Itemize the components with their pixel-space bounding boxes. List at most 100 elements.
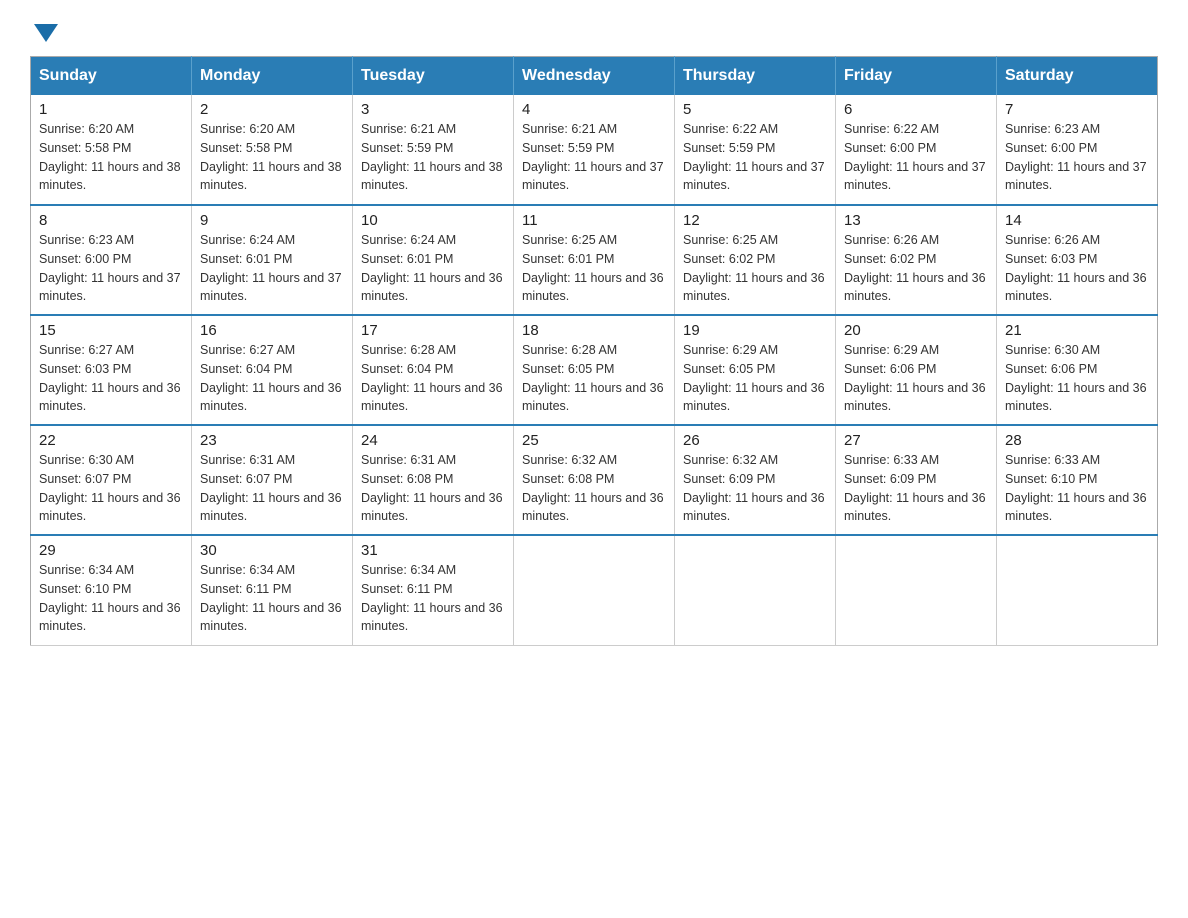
calendar-cell (997, 535, 1158, 645)
day-number: 8 (39, 212, 183, 229)
day-number: 7 (1005, 101, 1149, 118)
calendar-cell (514, 535, 675, 645)
day-number: 22 (39, 432, 183, 449)
day-info: Sunrise: 6:30 AMSunset: 6:06 PMDaylight:… (1005, 341, 1149, 416)
calendar-cell (836, 535, 997, 645)
day-number: 24 (361, 432, 505, 449)
day-number: 4 (522, 101, 666, 118)
day-info: Sunrise: 6:23 AMSunset: 6:00 PMDaylight:… (1005, 120, 1149, 195)
day-info: Sunrise: 6:21 AMSunset: 5:59 PMDaylight:… (361, 120, 505, 195)
day-info: Sunrise: 6:24 AMSunset: 6:01 PMDaylight:… (361, 231, 505, 306)
day-info: Sunrise: 6:26 AMSunset: 6:02 PMDaylight:… (844, 231, 988, 306)
weekday-header-friday: Friday (836, 57, 997, 96)
day-info: Sunrise: 6:29 AMSunset: 6:05 PMDaylight:… (683, 341, 827, 416)
day-info: Sunrise: 6:22 AMSunset: 6:00 PMDaylight:… (844, 120, 988, 195)
day-info: Sunrise: 6:34 AMSunset: 6:10 PMDaylight:… (39, 561, 183, 636)
day-info: Sunrise: 6:22 AMSunset: 5:59 PMDaylight:… (683, 120, 827, 195)
day-number: 27 (844, 432, 988, 449)
day-number: 2 (200, 101, 344, 118)
day-info: Sunrise: 6:23 AMSunset: 6:00 PMDaylight:… (39, 231, 183, 306)
day-number: 6 (844, 101, 988, 118)
day-info: Sunrise: 6:29 AMSunset: 6:06 PMDaylight:… (844, 341, 988, 416)
weekday-header-saturday: Saturday (997, 57, 1158, 96)
day-number: 14 (1005, 212, 1149, 229)
day-number: 23 (200, 432, 344, 449)
calendar-cell: 25Sunrise: 6:32 AMSunset: 6:08 PMDayligh… (514, 425, 675, 535)
calendar-cell: 5 Sunrise: 6:22 AMSunset: 5:59 PMDaylight… (675, 95, 836, 205)
calendar-cell: 3 Sunrise: 6:21 AMSunset: 5:59 PMDaylight… (353, 95, 514, 205)
day-info: Sunrise: 6:32 AMSunset: 6:08 PMDaylight:… (522, 451, 666, 526)
calendar-cell: 18Sunrise: 6:28 AMSunset: 6:05 PMDayligh… (514, 315, 675, 425)
calendar-cell: 2 Sunrise: 6:20 AMSunset: 5:58 PMDaylight… (192, 95, 353, 205)
day-info: Sunrise: 6:31 AMSunset: 6:08 PMDaylight:… (361, 451, 505, 526)
day-info: Sunrise: 6:34 AMSunset: 6:11 PMDaylight:… (361, 561, 505, 636)
calendar-cell: 30Sunrise: 6:34 AMSunset: 6:11 PMDayligh… (192, 535, 353, 645)
day-info: Sunrise: 6:30 AMSunset: 6:07 PMDaylight:… (39, 451, 183, 526)
day-number: 9 (200, 212, 344, 229)
day-number: 3 (361, 101, 505, 118)
calendar-cell: 13 Sunrise: 6:26 AMSunset: 6:02 PMDayligh… (836, 205, 997, 315)
day-number: 26 (683, 432, 827, 449)
calendar-cell: 28Sunrise: 6:33 AMSunset: 6:10 PMDayligh… (997, 425, 1158, 535)
calendar-cell: 20 Sunrise: 6:29 AMSunset: 6:06 PMDayligh… (836, 315, 997, 425)
day-number: 29 (39, 542, 183, 559)
calendar-cell: 24 Sunrise: 6:31 AMSunset: 6:08 PMDayligh… (353, 425, 514, 535)
page-header (30, 20, 1158, 36)
weekday-header-monday: Monday (192, 57, 353, 96)
calendar-week-row: 29 Sunrise: 6:34 AMSunset: 6:10 PMDayligh… (31, 535, 1158, 645)
day-info: Sunrise: 6:31 AMSunset: 6:07 PMDaylight:… (200, 451, 344, 526)
calendar-cell: 4 Sunrise: 6:21 AMSunset: 5:59 PMDaylight… (514, 95, 675, 205)
day-number: 17 (361, 322, 505, 339)
calendar-header-row: SundayMondayTuesdayWednesdayThursdayFrid… (31, 57, 1158, 96)
calendar-week-row: 1 Sunrise: 6:20 AMSunset: 5:58 PMDaylight… (31, 95, 1158, 205)
calendar-cell: 15 Sunrise: 6:27 AMSunset: 6:03 PMDayligh… (31, 315, 192, 425)
calendar-cell: 19Sunrise: 6:29 AMSunset: 6:05 PMDayligh… (675, 315, 836, 425)
day-number: 5 (683, 101, 827, 118)
calendar-cell: 23 Sunrise: 6:31 AMSunset: 6:07 PMDayligh… (192, 425, 353, 535)
calendar-cell: 16Sunrise: 6:27 AMSunset: 6:04 PMDayligh… (192, 315, 353, 425)
calendar-cell: 29 Sunrise: 6:34 AMSunset: 6:10 PMDayligh… (31, 535, 192, 645)
day-number: 10 (361, 212, 505, 229)
day-info: Sunrise: 6:24 AMSunset: 6:01 PMDaylight:… (200, 231, 344, 306)
day-info: Sunrise: 6:25 AMSunset: 6:02 PMDaylight:… (683, 231, 827, 306)
calendar-cell (675, 535, 836, 645)
day-number: 15 (39, 322, 183, 339)
day-info: Sunrise: 6:20 AMSunset: 5:58 PMDaylight:… (200, 120, 344, 195)
day-info: Sunrise: 6:32 AMSunset: 6:09 PMDaylight:… (683, 451, 827, 526)
calendar-cell: 1Sunrise: 6:20 AMSunset: 5:58 PMDaylight… (31, 95, 192, 205)
calendar-cell: 10 Sunrise: 6:24 AMSunset: 6:01 PMDayligh… (353, 205, 514, 315)
calendar-week-row: 15 Sunrise: 6:27 AMSunset: 6:03 PMDayligh… (31, 315, 1158, 425)
day-info: Sunrise: 6:27 AMSunset: 6:03 PMDaylight:… (39, 341, 183, 416)
calendar-cell: 12Sunrise: 6:25 AMSunset: 6:02 PMDayligh… (675, 205, 836, 315)
day-number: 18 (522, 322, 666, 339)
calendar-cell: 26 Sunrise: 6:32 AMSunset: 6:09 PMDayligh… (675, 425, 836, 535)
day-info: Sunrise: 6:33 AMSunset: 6:10 PMDaylight:… (1005, 451, 1149, 526)
calendar-cell: 27Sunrise: 6:33 AMSunset: 6:09 PMDayligh… (836, 425, 997, 535)
day-number: 31 (361, 542, 505, 559)
calendar-cell: 9 Sunrise: 6:24 AMSunset: 6:01 PMDaylight… (192, 205, 353, 315)
calendar-table: SundayMondayTuesdayWednesdayThursdayFrid… (30, 56, 1158, 646)
logo (30, 20, 58, 36)
calendar-cell: 21 Sunrise: 6:30 AMSunset: 6:06 PMDayligh… (997, 315, 1158, 425)
logo-arrow-icon (34, 24, 58, 42)
day-info: Sunrise: 6:26 AMSunset: 6:03 PMDaylight:… (1005, 231, 1149, 306)
weekday-header-sunday: Sunday (31, 57, 192, 96)
day-number: 11 (522, 212, 666, 229)
calendar-cell: 22 Sunrise: 6:30 AMSunset: 6:07 PMDayligh… (31, 425, 192, 535)
day-info: Sunrise: 6:21 AMSunset: 5:59 PMDaylight:… (522, 120, 666, 195)
calendar-cell: 8 Sunrise: 6:23 AMSunset: 6:00 PMDaylight… (31, 205, 192, 315)
calendar-cell: 17 Sunrise: 6:28 AMSunset: 6:04 PMDayligh… (353, 315, 514, 425)
day-number: 21 (1005, 322, 1149, 339)
logo-general (30, 20, 58, 42)
day-info: Sunrise: 6:28 AMSunset: 6:04 PMDaylight:… (361, 341, 505, 416)
calendar-cell: 11Sunrise: 6:25 AMSunset: 6:01 PMDayligh… (514, 205, 675, 315)
day-info: Sunrise: 6:34 AMSunset: 6:11 PMDaylight:… (200, 561, 344, 636)
calendar-cell: 6 Sunrise: 6:22 AMSunset: 6:00 PMDaylight… (836, 95, 997, 205)
day-number: 1 (39, 101, 183, 118)
day-number: 20 (844, 322, 988, 339)
weekday-header-tuesday: Tuesday (353, 57, 514, 96)
calendar-cell: 31 Sunrise: 6:34 AMSunset: 6:11 PMDayligh… (353, 535, 514, 645)
calendar-cell: 14 Sunrise: 6:26 AMSunset: 6:03 PMDayligh… (997, 205, 1158, 315)
calendar-week-row: 22 Sunrise: 6:30 AMSunset: 6:07 PMDayligh… (31, 425, 1158, 535)
day-number: 13 (844, 212, 988, 229)
